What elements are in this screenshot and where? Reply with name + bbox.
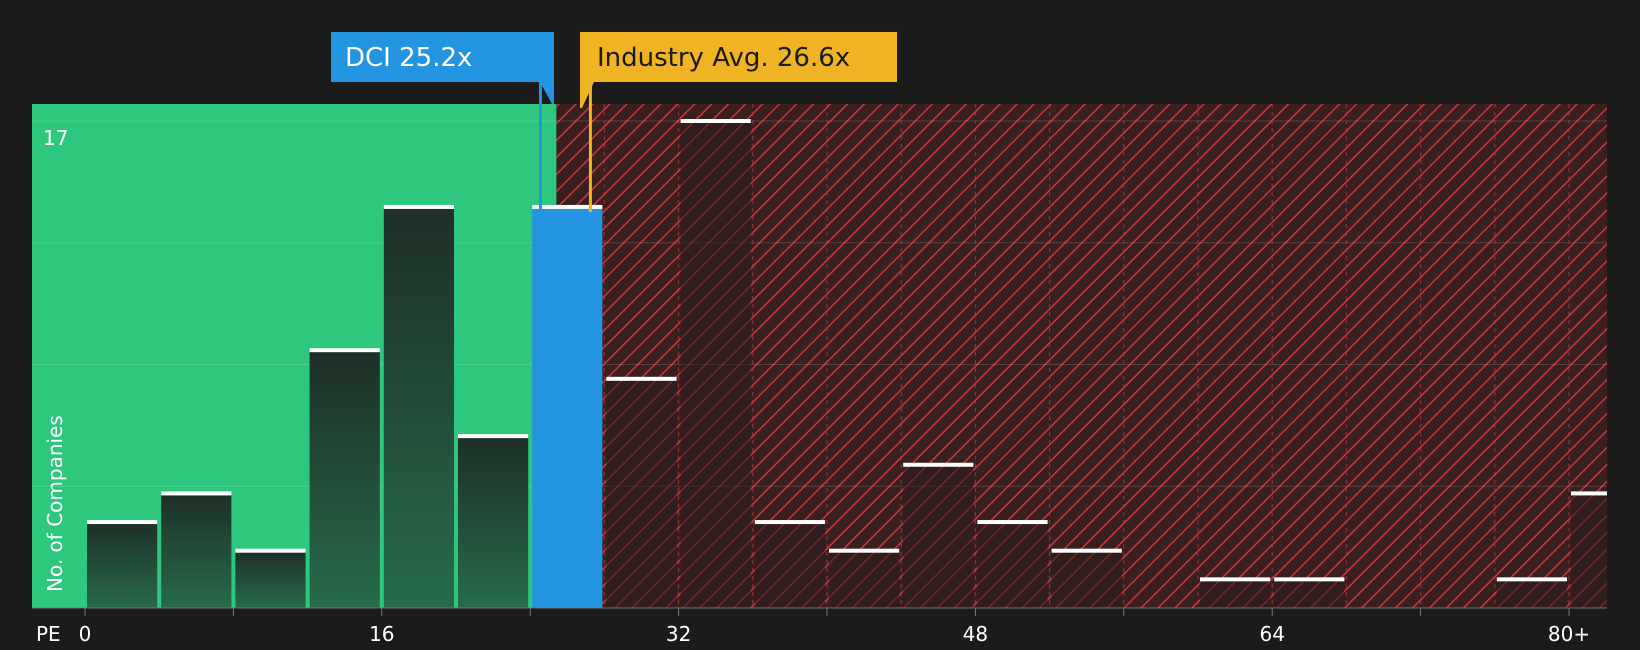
y-axis-label: No. of Companies xyxy=(43,415,67,592)
x-tick-label: 80+ xyxy=(1548,622,1590,646)
bar-cap xyxy=(1051,548,1122,553)
histogram-bar xyxy=(606,378,677,608)
histogram-bar xyxy=(680,121,751,608)
x-tick-label: 64 xyxy=(1259,622,1284,646)
histogram-bar xyxy=(977,522,1048,608)
histogram-bar xyxy=(1200,579,1271,608)
histogram-bar xyxy=(1051,550,1122,608)
histogram-bar xyxy=(829,550,900,608)
bar-cap xyxy=(87,520,158,525)
x-axis-label: PE xyxy=(36,622,61,646)
histogram-bar xyxy=(1571,493,1607,608)
bar-cap xyxy=(1496,577,1567,582)
bar-cap xyxy=(1571,491,1607,496)
bar-cap xyxy=(829,548,900,553)
histogram-bar xyxy=(754,522,825,608)
bar-cap xyxy=(161,491,232,496)
histogram-bar xyxy=(903,464,974,608)
bar-cap xyxy=(235,548,306,553)
histogram-bar xyxy=(383,206,454,609)
histogram-bar xyxy=(309,350,380,608)
bar-cap xyxy=(1274,577,1345,582)
y-tick-label: 17 xyxy=(43,126,68,150)
x-tick-label: 32 xyxy=(666,622,691,646)
x-tick-label: 48 xyxy=(963,622,988,646)
bar-cap xyxy=(383,204,454,209)
histogram-bar xyxy=(458,436,529,608)
bar-cap xyxy=(606,376,677,381)
x-tick-label: 16 xyxy=(369,622,394,646)
company-label: DCI 25.2x xyxy=(345,43,472,73)
histogram-bar xyxy=(87,522,158,608)
bar-cap xyxy=(680,119,751,123)
x-tick-label: 0 xyxy=(79,622,92,646)
histogram-bar xyxy=(235,550,306,608)
bar-cap xyxy=(903,462,974,467)
bar-cap xyxy=(458,434,529,439)
bar-cap xyxy=(309,348,380,353)
bar-cap xyxy=(1200,577,1271,582)
histogram-bar xyxy=(1274,579,1345,608)
histogram-bar xyxy=(161,493,232,608)
histogram-bar xyxy=(1496,579,1567,608)
histogram-bar xyxy=(532,206,603,609)
bar-cap xyxy=(754,520,825,525)
pe-distribution-chart: 0 16 32 48 64 80+ 17 No. of Companies PE DCI … xyxy=(0,0,1640,650)
bar-cap xyxy=(977,520,1048,525)
industry-avg-label: Industry Avg. 26.6x xyxy=(597,43,850,73)
